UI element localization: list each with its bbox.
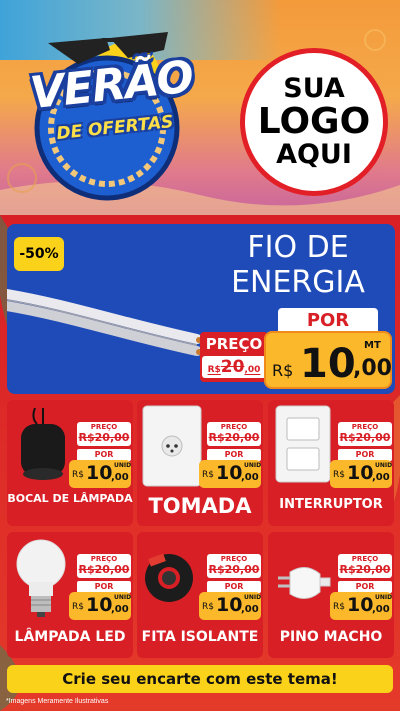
unit-label: UNID	[114, 462, 132, 469]
product-card-bocal[interactable]: PREÇO R$20,00 POR R$ 10 ,00 UNID BOCAL D…	[7, 400, 133, 526]
unit-label: UNID	[244, 594, 262, 601]
featured-price-int: 10	[300, 341, 356, 387]
price-box: R$ 10 ,00 UNID	[199, 460, 261, 488]
discount-badge: -50%	[14, 237, 64, 271]
unit-label: UNID	[114, 594, 132, 601]
price-cents: ,00	[241, 472, 259, 483]
price-int: 10	[347, 594, 374, 616]
price-box: R$ 10 ,00 UNID	[330, 592, 392, 620]
featured-old-int: 20	[220, 357, 245, 377]
price-int: 10	[86, 594, 113, 616]
preco-label: PREÇO	[220, 423, 248, 431]
preco-label: PREÇO	[351, 555, 379, 563]
product-name: FITA ISOLANTE	[141, 629, 259, 645]
old-price-box: PREÇO R$20,00	[338, 422, 392, 446]
disclaimer-text: *Imagens Meramente Ilustrativas	[6, 698, 109, 705]
price-cents: ,00	[111, 604, 129, 615]
outlet-image	[142, 405, 202, 487]
product-card-pino-macho[interactable]: PREÇO R$20,00 POR R$ 10 ,00 UNID PINO MA…	[268, 532, 394, 658]
currency: R$	[202, 470, 214, 480]
featured-unit: MT	[364, 340, 381, 351]
old-price-box: PREÇO R$20,00	[77, 422, 131, 446]
price-box: R$ 10 ,00 UNID	[199, 592, 261, 620]
price-int: 10	[216, 594, 243, 616]
featured-price-box: R$ 10 ,00 MT	[264, 331, 392, 389]
price-cents: ,00	[241, 604, 259, 615]
preco-label: PREÇO	[351, 423, 379, 431]
featured-price-cents: ,00	[353, 356, 392, 381]
product-name: BOCAL DE LÂMPADA	[7, 492, 133, 505]
unit-label: UNID	[375, 594, 393, 601]
product-name: LÂMPADA LED	[14, 629, 126, 645]
price-box: R$ 10 ,00 UNID	[69, 592, 131, 620]
old-price: R$20,00	[208, 563, 260, 576]
lamp-socket-image	[21, 408, 65, 480]
featured-name-line-1: FIO DE	[247, 230, 349, 265]
tape-image	[145, 553, 193, 602]
old-price-box: PREÇO R$20,00	[338, 554, 392, 578]
currency: R$	[333, 602, 345, 612]
product-name: PINO MACHO	[279, 629, 383, 645]
currency: R$	[72, 602, 84, 612]
old-price-box: PREÇO R$20,00	[207, 422, 261, 446]
create-flyer-button[interactable]: Crie seu encarte com este tema!	[7, 665, 393, 693]
preco-label: PREÇO	[90, 423, 118, 431]
featured-preco-label: PREÇO	[205, 335, 263, 353]
currency: R$	[72, 470, 84, 480]
old-price-box: PREÇO R$20,00	[77, 554, 131, 578]
product-card-tomada[interactable]: PREÇO R$20,00 POR R$ 10 ,00 UNID TOMADA	[137, 400, 263, 526]
led-bulb-image	[16, 539, 66, 617]
logo-placeholder: SUA LOGO AQUI	[240, 48, 388, 196]
price-int: 10	[86, 462, 113, 484]
featured-old-price: R$20,00	[202, 356, 266, 378]
price-int: 10	[216, 462, 243, 484]
featured-currency: R$	[272, 361, 294, 380]
old-price: R$20,00	[208, 431, 260, 444]
old-price: R$20,00	[339, 431, 391, 444]
unit-label: UNID	[244, 462, 262, 469]
featured-name-line-2: ENERGIA	[231, 264, 365, 300]
product-card-interruptor[interactable]: PREÇO R$20,00 POR R$ 10 ,00 UNID INTERRU…	[268, 400, 394, 526]
featured-old-currency: R$	[207, 365, 221, 375]
unit-label: UNID	[375, 462, 393, 469]
price-cents: ,00	[111, 472, 129, 483]
preco-label: PREÇO	[90, 555, 118, 563]
price-cents: ,00	[372, 604, 390, 615]
product-card-fita-isolante[interactable]: PREÇO R$20,00 POR R$ 10 ,00 UNID FITA IS…	[137, 532, 263, 658]
old-price: R$20,00	[78, 431, 130, 444]
price-cents: ,00	[372, 472, 390, 483]
switch-image	[275, 405, 331, 483]
price-int: 10	[347, 462, 374, 484]
product-name: INTERRUPTOR	[279, 497, 383, 512]
price-box: R$ 10 ,00 UNID	[330, 460, 392, 488]
plug-image	[278, 567, 331, 599]
product-name: TOMADA	[148, 494, 252, 518]
featured-old-price-box: PREÇO R$20,00	[200, 332, 268, 382]
currency: R$	[202, 602, 214, 612]
logo-line-3: AQUI	[276, 138, 352, 170]
old-price: R$20,00	[78, 563, 130, 576]
featured-old-cents: ,00	[244, 365, 261, 375]
logo-line-2: LOGO	[257, 101, 371, 143]
logo-line-1: SUA	[283, 72, 345, 104]
old-price: R$20,00	[339, 563, 391, 576]
old-price-box: PREÇO R$20,00	[207, 554, 261, 578]
preco-label: PREÇO	[220, 555, 248, 563]
product-card-lampada-led[interactable]: PREÇO R$20,00 POR R$ 10 ,00 UNID LÂMPADA…	[7, 532, 133, 658]
featured-product-name: FIO DE ENERGIA	[218, 230, 378, 300]
price-box: R$ 10 ,00 UNID	[69, 460, 131, 488]
currency: R$	[333, 470, 345, 480]
